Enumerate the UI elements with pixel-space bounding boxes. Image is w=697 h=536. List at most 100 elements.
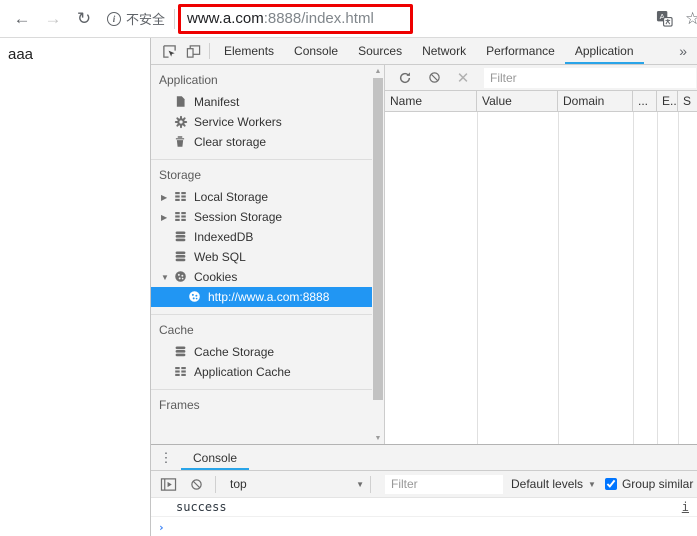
device-toolbar-icon[interactable] (181, 38, 205, 64)
column-header-name[interactable]: Name (385, 91, 477, 111)
group-similar-toggle[interactable]: Group similar (604, 477, 694, 491)
sidebar-item-service-workers[interactable]: Service Workers (151, 112, 372, 132)
tab-console-drawer[interactable]: Console (181, 445, 250, 470)
column-divider (633, 112, 634, 444)
sidebar-item-cookies[interactable]: ▼ Cookies (151, 267, 372, 287)
sidebar-item-application-cache[interactable]: Application Cache (151, 362, 372, 382)
devtools-tabbar: Elements Console Sources Network Performance… (151, 38, 697, 65)
page-text: aaa (8, 46, 34, 63)
sidebar-item-label: Service Workers (194, 115, 282, 129)
sidebar-item-session-storage[interactable]: ▶ Session Storage (151, 207, 372, 227)
console-filter-input[interactable] (385, 474, 503, 494)
cookies-toolbar: ✕ (385, 65, 697, 91)
sidebar-item-label: Manifest (194, 95, 240, 109)
database-icon (174, 250, 188, 264)
console-messages: success i › (151, 498, 697, 536)
address-bar[interactable]: www.a.com:8888/index.html (178, 3, 414, 34)
console-sidebar-toggle-icon[interactable] (159, 476, 177, 492)
column-header-e[interactable]: E... (657, 91, 678, 111)
sidebar-item-manifest[interactable]: Manifest (151, 92, 372, 112)
sidebar-item-web-sql[interactable]: Web SQL (151, 247, 372, 267)
sidebar-item-label: Application Cache (194, 365, 291, 379)
console-prompt[interactable]: › (151, 517, 697, 536)
column-header-[interactable]: ... (633, 91, 657, 111)
log-levels-label: Default levels (511, 477, 584, 491)
clear-cookies-icon[interactable] (426, 70, 442, 86)
tab-performance[interactable]: Performance (476, 38, 565, 64)
translate-icon[interactable]: A (656, 10, 673, 27)
cookies-filter-input[interactable] (484, 67, 696, 88)
forward-icon: → (44, 8, 62, 28)
url-path: :8888/index.html (263, 10, 374, 27)
trash-icon (174, 135, 188, 149)
database-icon (174, 345, 188, 359)
sidebar-item-label: Cookies (194, 270, 238, 284)
console-source-link[interactable]: i (682, 500, 689, 514)
web-page: aaa (0, 38, 150, 536)
collapsed-arrow-icon[interactable]: ▶ (161, 193, 174, 202)
overflow-menu-icon[interactable]: ⋮ (151, 445, 181, 470)
more-tabs-icon[interactable]: » (671, 38, 695, 64)
cookies-table-body[interactable] (385, 112, 697, 444)
toolbar-divider (370, 475, 371, 493)
sidebar-item-local-storage[interactable]: ▶ Local Storage (151, 187, 372, 207)
reload-icon[interactable]: ↻ (72, 7, 96, 31)
inspect-element-icon[interactable] (157, 38, 181, 64)
cookie-icon (174, 270, 188, 284)
section-storage: Storage ▶ Local Storage ▶ Session Storage Ind… (151, 160, 372, 315)
sidebar-item-label: IndexedDB (194, 230, 254, 244)
section-title: Frames (159, 398, 200, 412)
sidebar-item-label: Web SQL (194, 250, 246, 264)
sidebar-item-label: Local Storage (194, 190, 269, 204)
refresh-icon[interactable] (397, 70, 413, 86)
tab-console[interactable]: Console (284, 38, 348, 64)
collapsed-arrow-icon[interactable]: ▶ (161, 213, 174, 222)
column-header-s[interactable]: S (678, 91, 697, 111)
section-title: Storage (159, 168, 202, 182)
column-header-domain[interactable]: Domain (558, 91, 633, 111)
back-icon[interactable]: ← (10, 7, 34, 31)
column-header-value[interactable]: Value (477, 91, 558, 111)
section-title: Application (159, 73, 218, 87)
sidebar-item-clear-storage[interactable]: Clear storage (151, 132, 372, 152)
expanded-arrow-icon[interactable]: ▼ (161, 273, 174, 282)
scroll-down-icon[interactable]: ▼ (372, 432, 384, 444)
context-selector[interactable]: top ▼ (222, 477, 370, 491)
file-icon (174, 95, 188, 109)
sidebar-item-label: Clear storage (194, 135, 267, 149)
scrollbar-thumb[interactable] (373, 78, 383, 400)
chevron-down-icon: ▼ (356, 479, 364, 489)
column-divider (678, 112, 679, 444)
chip-divider (174, 8, 176, 29)
tab-network[interactable]: Network (412, 38, 476, 64)
scroll-up-icon[interactable]: ▲ (372, 65, 384, 77)
sidebar-item-http-www-a-com-8888[interactable]: http://www.a.com:8888 (151, 287, 372, 307)
devtools-panel: Elements Console Sources Network Performance… (150, 38, 697, 536)
column-divider (558, 112, 559, 444)
database-icon (174, 230, 188, 244)
group-similar-checkbox[interactable] (604, 478, 617, 490)
console-drawer: ⋮ Console top ▼ Filter Default levels ▼ … (151, 444, 697, 536)
tab-application[interactable]: Application (564, 38, 644, 64)
column-divider (477, 112, 478, 444)
group-similar-label: Group similar (621, 477, 694, 491)
sidebar-scrollbar[interactable]: ▲ ▼ (372, 65, 384, 444)
prompt-chevron-icon: › (158, 521, 165, 534)
tab-sources[interactable]: Sources (348, 38, 412, 64)
security-chip[interactable]: i 不安全 (107, 9, 165, 28)
sidebar-item-cache-storage[interactable]: Cache Storage (151, 342, 372, 362)
tab-elements[interactable]: Elements (214, 38, 284, 64)
section-application: Application Manifest Service Workers Clear … (151, 65, 372, 160)
browser-toolbar: ← → ↻ i 不安全 www.a.com:8888/index.html A … (0, 0, 697, 38)
cookie-icon (188, 290, 202, 304)
section-cache: Cache Cache Storage Application Cache (151, 315, 372, 390)
log-levels-dropdown[interactable]: Default levels ▼ (511, 477, 596, 491)
sidebar-item-indexeddb[interactable]: IndexedDB (151, 227, 372, 247)
sidebar-item-label: Cache Storage (194, 345, 275, 359)
sidebar-item-label: http://www.a.com:8888 (208, 290, 330, 304)
url-host: www.a.com (187, 10, 264, 27)
bookmark-star-icon[interactable]: ☆ (685, 9, 697, 29)
section-frames: Frames (151, 390, 372, 424)
delete-selected-icon: ✕ (456, 69, 470, 87)
clear-console-icon[interactable] (187, 476, 205, 492)
